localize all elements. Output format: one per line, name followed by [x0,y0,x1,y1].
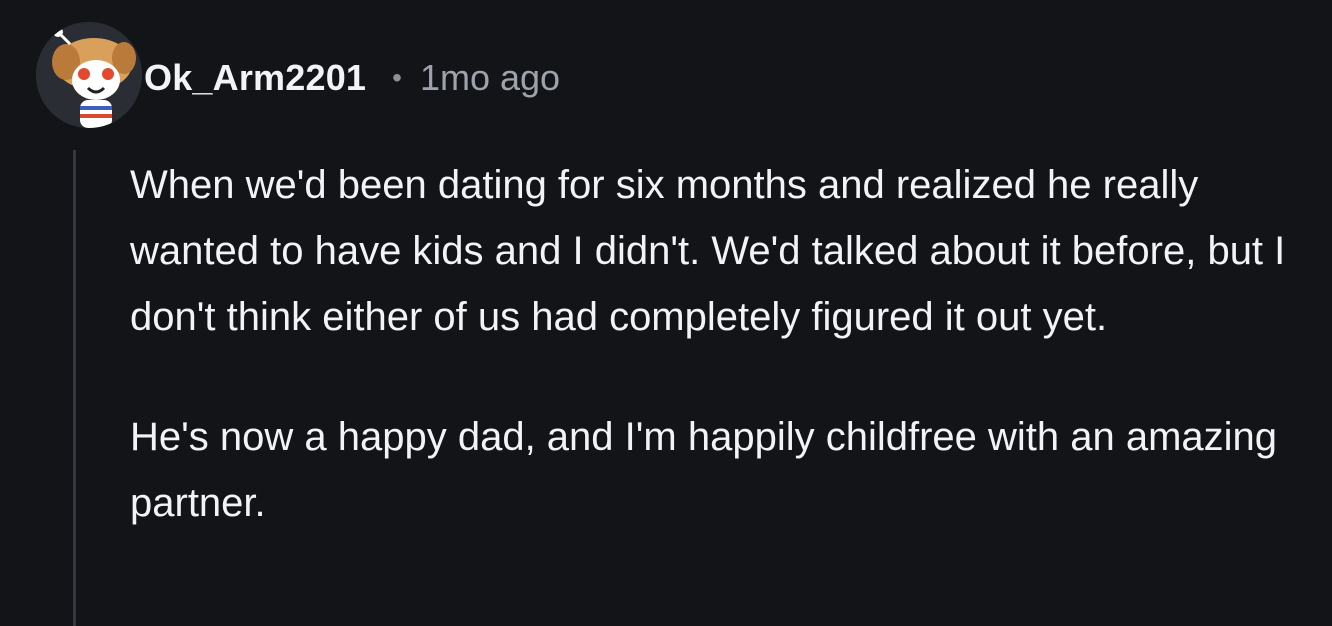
comment-body: When we'd been dating for six months and… [130,152,1315,536]
comment-paragraph: When we'd been dating for six months and… [130,163,1286,339]
comment-paragraph: He's now a happy dad, and I'm happily ch… [130,415,1278,525]
meta-separator: • [392,62,402,93]
user-avatar-icon[interactable] [36,22,142,128]
timestamp[interactable]: 1mo ago [420,57,560,99]
comment: Ok_Arm2201 • 1mo ago When we'd been dati… [0,0,1332,626]
comment-header: Ok_Arm2201 • 1mo ago [144,52,560,104]
thread-line[interactable] [73,150,76,626]
username-link[interactable]: Ok_Arm2201 [144,57,366,99]
